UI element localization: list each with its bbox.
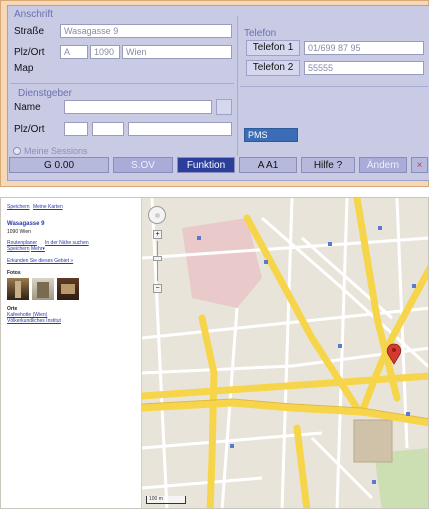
column-divider xyxy=(237,16,238,156)
place-subtitle: 1090 Wien xyxy=(7,229,31,235)
search-nearby-link[interactable]: In der Nähe suchen xyxy=(45,240,89,246)
sessions-checkbox-label: Meine Sessions xyxy=(24,146,88,156)
bottom-toolbar: G 0.00 S.OV Funktion A A1 Hilfe ? Ändern… xyxy=(7,157,429,173)
phone2-field[interactable]: 55555 xyxy=(304,61,424,75)
phone2-button[interactable]: Telefon 2 xyxy=(246,60,300,76)
more-link[interactable]: Mehr▾ xyxy=(31,246,45,252)
employer-city-field[interactable] xyxy=(128,122,232,136)
place-title: Wasagasse 9 xyxy=(7,221,45,227)
phone1-field[interactable]: 01/699 87 95 xyxy=(304,41,424,55)
save-place-link[interactable]: Speichern xyxy=(7,246,30,252)
building-block xyxy=(353,419,393,463)
employer-name-label: Name xyxy=(14,102,41,113)
edit-button[interactable]: Ändern xyxy=(359,157,407,173)
photo-thumbnail[interactable] xyxy=(57,278,79,300)
sov-button[interactable]: S.OV xyxy=(113,157,173,173)
phone-group-title: Telefon xyxy=(244,28,277,39)
street-map xyxy=(138,198,428,508)
photo-thumbnail[interactable] xyxy=(7,278,29,300)
form-panel: Anschrift Straße Wasagasse 9 Plz/Ort A 1… xyxy=(7,5,429,181)
pan-control-icon[interactable] xyxy=(148,206,166,224)
group-divider xyxy=(10,83,234,84)
sessions-checkbox[interactable] xyxy=(13,147,21,155)
street-label: Straße xyxy=(14,26,45,37)
address-group-title: Anschrift xyxy=(14,9,53,20)
g-value-button[interactable]: G 0.00 xyxy=(9,157,109,173)
funktion-button[interactable]: Funktion xyxy=(177,157,235,173)
employer-zip-city-label: Plz/Ort xyxy=(14,124,45,135)
zoom-slider-handle[interactable] xyxy=(153,256,162,261)
street-field[interactable]: Wasagasse 9 xyxy=(60,24,232,38)
a1-button[interactable]: A A1 xyxy=(239,157,297,173)
employer-group-title: Dienstgeber xyxy=(18,88,72,99)
photo-thumbnail[interactable] xyxy=(32,278,54,300)
help-button[interactable]: Hilfe ? xyxy=(301,157,355,173)
save-link[interactable]: Speichern xyxy=(7,204,30,210)
explore-area-link[interactable]: Erkunden Sie dieses Gebiet » xyxy=(7,258,73,264)
phone-divider xyxy=(240,86,428,87)
form-window: Anschrift Straße Wasagasse 9 Plz/Ort A 1… xyxy=(0,0,429,187)
my-maps-link[interactable]: Meine Karten xyxy=(33,204,63,210)
map-button[interactable]: Map xyxy=(14,62,50,78)
place-link[interactable]: Völkerkundliches Institut xyxy=(7,318,61,324)
map-window: Speichern Meine Karten Wasagasse 9 1090 … xyxy=(0,197,429,509)
employer-zip-field[interactable] xyxy=(92,122,124,136)
employer-country-field[interactable] xyxy=(64,122,88,136)
pms-field[interactable]: PMS xyxy=(244,128,298,142)
phone1-button[interactable]: Telefon 1 xyxy=(246,40,300,56)
employer-name-field[interactable] xyxy=(64,100,212,114)
zoom-slider[interactable] xyxy=(157,241,158,281)
map-canvas[interactable]: + − 100 m xyxy=(138,198,428,508)
zoom-out-icon[interactable]: − xyxy=(153,284,162,293)
employer-lookup-button[interactable] xyxy=(216,99,232,115)
country-code-field[interactable]: A xyxy=(60,45,88,59)
scale-bar: 100 m xyxy=(146,496,186,504)
city-field[interactable]: Wien xyxy=(122,45,232,59)
zip-city-label: Plz/Ort xyxy=(14,47,45,58)
zoom-in-icon[interactable]: + xyxy=(153,230,162,239)
map-sidebar: Speichern Meine Karten Wasagasse 9 1090 … xyxy=(1,198,142,508)
photos-heading: Fotos xyxy=(7,270,21,276)
close-button[interactable]: × xyxy=(411,157,428,173)
zip-field[interactable]: 1090 xyxy=(90,45,120,59)
